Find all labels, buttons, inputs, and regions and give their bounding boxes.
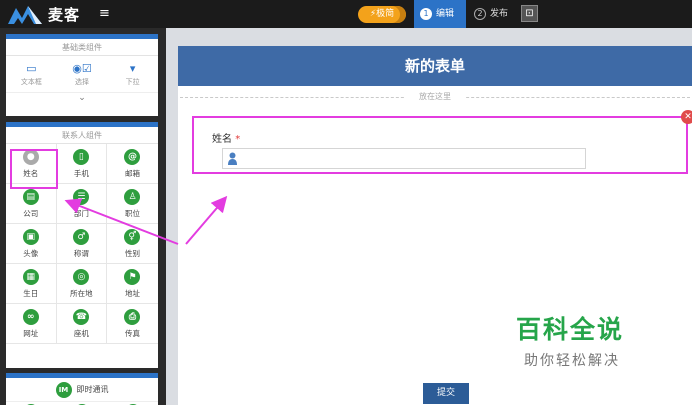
step-number: 1 [420,7,432,20]
drop-zone[interactable]: 放在这里 [178,90,692,106]
fax-icon: ⎙ [124,309,141,325]
component-telephone[interactable]: ☎ 座机 [56,304,108,344]
component-birthday[interactable]: ▦ 生日 [6,264,57,304]
step-number: 2 [474,7,486,20]
component-choice[interactable]: ◉☑ 选择 [57,56,108,92]
component-label: 所在地 [70,289,93,298]
logo-icon [8,6,42,24]
component-label: 称谓 [73,249,89,258]
watermark-logo: 百科全说 助你轻松解决 [494,298,668,380]
component-building[interactable]: ▤ 公司 [6,184,57,224]
avatar-icon: ▣ [22,229,39,245]
watermark-title: 百科全说 [516,315,625,344]
component-label: 网址 [23,329,39,338]
component-label: 公司 [23,209,39,218]
tab-label: 发布 [490,9,509,19]
required-mark: * [235,134,241,145]
component-label: 即时通讯 [76,385,109,394]
component-position[interactable]: ♙ 职位 [107,184,158,224]
component-label: 头像 [23,249,39,258]
email-icon: @ [124,149,141,165]
component-label: 选择 [75,78,89,86]
position-icon: ♙ [124,189,141,205]
brand-name: 麦客 [48,6,81,24]
panel-title: 联系人组件 [6,127,158,144]
component-email[interactable]: @ 邮箱 [107,144,158,184]
component-label: 传真 [124,329,140,338]
preview-icon[interactable]: ⊡ [521,5,538,22]
field-label: 姓名 * [212,134,241,145]
im-icon: IM [55,381,72,398]
basic-components-panel: 基础类组件 ▭ 文本框 ◉☑ 选择 ▾ 下拉 ⌄ [6,34,158,116]
component-title[interactable]: ♂ 称谓 [56,224,108,264]
phone-icon: ▯ [73,149,90,165]
submit-button[interactable]: 提交 [423,383,469,404]
component-label: 地址 [124,289,140,298]
component-fax[interactable]: ⎙ 传真 [107,304,158,344]
tab-label: 编辑 [436,9,455,19]
component-label: 生日 [23,289,39,298]
component-link[interactable]: ∞ 网址 [6,304,57,344]
form-title[interactable]: 新的表单 [178,46,692,86]
telephone-icon: ☎ [73,309,90,325]
component-label: 下拉 [125,78,140,86]
drop-hint: 放在这里 [405,90,465,104]
component-department[interactable]: ☰ 部门 [56,184,108,224]
chevron-down-icon[interactable]: ⌄ [6,92,158,103]
tab-edit[interactable]: 1 编辑 [414,0,466,28]
component-label: 手机 [73,169,89,178]
component-location[interactable]: ◎ 所在地 [56,264,108,304]
gender-icon: ⚥ [124,229,141,245]
choice-icon: ◉☑ [72,62,92,75]
speed-mode-toggle[interactable]: ⚡极简 [358,6,406,23]
link-icon: ∞ [22,309,39,325]
component-avatar[interactable]: ▣ 头像 [6,224,57,264]
component-label: 座机 [73,329,89,338]
dropdown-icon: ▾ [129,62,136,75]
component-gender[interactable]: ⚥ 性别 [107,224,158,264]
watermark-subtitle: 助你轻松解决 [524,353,620,369]
tab-publish[interactable]: 2 发布 [468,0,516,28]
component-label: 部门 [73,209,89,218]
component-im[interactable]: IM 即时通讯 [6,378,158,402]
highlight-name-component [10,149,58,189]
title-icon: ♂ [73,229,90,245]
person-icon [228,152,237,165]
component-phone[interactable]: ▯ 手机 [56,144,108,184]
component-label: 文本框 [20,78,42,86]
name-input[interactable] [222,148,586,169]
building-icon: ▤ [22,189,39,205]
component-address[interactable]: ⚑ 地址 [107,264,158,304]
component-textbox[interactable]: ▭ 文本框 [6,56,57,92]
panel-title: 基础类组件 [6,39,158,56]
top-bar: 麦客 ≡ ⚡极简 1 编辑 2 发布 ⊡ [0,0,692,28]
close-icon[interactable]: ✕ [681,110,692,124]
component-dropdown[interactable]: ▾ 下拉 [107,56,158,92]
department-icon: ☰ [73,189,90,205]
birthday-icon: ▦ [22,269,39,285]
component-label: 职位 [124,209,140,218]
component-label: 邮箱 [124,169,140,178]
component-label: 性别 [124,249,140,258]
im-components-panel: IM 即时通讯 [6,373,158,405]
component-sidebar: 基础类组件 ▭ 文本框 ◉☑ 选择 ▾ 下拉 ⌄ 联系人组件 ● 姓名 ▯ 手机 @ 邮箱… [0,28,166,405]
textbox-icon: ▭ [26,62,37,75]
name-field[interactable]: 姓名 * [192,116,688,174]
location-icon: ◎ [73,269,90,285]
address-icon: ⚑ [124,269,141,285]
hamburger-icon[interactable]: ≡ [99,6,110,21]
